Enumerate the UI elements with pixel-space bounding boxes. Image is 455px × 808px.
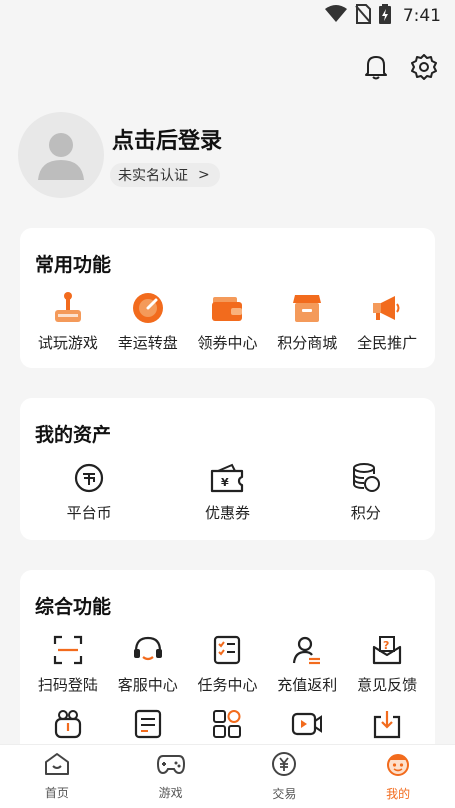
- document-button[interactable]: [108, 706, 188, 742]
- recharge-rebate-button[interactable]: 充值返利: [267, 632, 347, 695]
- svg-text:¥: ¥: [221, 476, 229, 489]
- verify-status-button[interactable]: 未实名认证 >: [110, 163, 220, 187]
- bell-icon[interactable]: [363, 52, 389, 82]
- scan-icon: [50, 632, 86, 668]
- download-icon: [369, 706, 405, 742]
- chevron-right-icon: >: [198, 167, 210, 183]
- points-mall-label: 积分商城: [277, 334, 338, 352]
- scan-login-label: 扫码登陆: [37, 676, 98, 694]
- my-assets-title: 我的资产: [35, 424, 112, 446]
- feedback-icon: ?: [369, 632, 405, 668]
- shop-icon: [289, 290, 325, 326]
- status-time: 7:41: [402, 6, 441, 26]
- apps-icon: [209, 706, 245, 742]
- try-games-label: 试玩游戏: [37, 334, 98, 352]
- profile-header: 点击后登录 未实名认证 >: [18, 112, 222, 198]
- checklist-icon: [209, 632, 245, 668]
- gift-button[interactable]: [28, 706, 108, 742]
- status-bar: 7:41: [0, 0, 455, 32]
- wifi-icon: [324, 4, 347, 28]
- lucky-wheel-button[interactable]: 幸运转盘: [108, 290, 188, 353]
- points-stack-icon: [348, 460, 384, 496]
- my-assets-card: 我的资产 平台币 ¥ 优惠券 积分: [20, 398, 435, 540]
- nav-mine[interactable]: 我的: [358, 751, 438, 802]
- lucky-wheel-icon: [130, 290, 166, 326]
- nav-games[interactable]: 游戏: [131, 752, 211, 801]
- platform-coin-button[interactable]: 平台币: [39, 460, 139, 523]
- verify-status-label: 未实名认证: [118, 168, 188, 184]
- nav-games-label: 游戏: [158, 786, 183, 800]
- general-functions-title: 综合功能: [35, 596, 112, 618]
- feedback-button[interactable]: ? 意见反馈: [347, 632, 427, 695]
- common-functions-title: 常用功能: [35, 254, 112, 276]
- nav-home[interactable]: 首页: [17, 752, 97, 801]
- points-button[interactable]: 积分: [316, 460, 416, 523]
- megaphone-icon: [369, 290, 405, 326]
- document-icon: [130, 706, 166, 742]
- download-button[interactable]: [347, 706, 427, 742]
- bottom-nav: 首页 游戏 交易 我的: [0, 744, 455, 808]
- feedback-label: 意见反馈: [357, 676, 418, 694]
- coupon-center-label: 领券中心: [197, 334, 258, 352]
- nav-mine-label: 我的: [386, 787, 411, 801]
- nav-trade-label: 交易: [272, 787, 297, 801]
- video-button[interactable]: [267, 706, 347, 742]
- lucky-wheel-label: 幸运转盘: [117, 334, 178, 352]
- gamepad-icon: [156, 752, 185, 780]
- login-prompt[interactable]: 点击后登录: [112, 123, 222, 155]
- customer-service-label: 客服中心: [117, 676, 178, 694]
- apps-button[interactable]: [188, 706, 268, 742]
- headset-icon: [130, 632, 166, 668]
- voucher-button[interactable]: ¥ 优惠券: [177, 460, 277, 523]
- platform-coin-label: 平台币: [66, 504, 112, 522]
- task-center-label: 任务中心: [197, 676, 258, 694]
- mine-face-icon: [385, 751, 411, 781]
- nav-home-label: 首页: [44, 786, 69, 800]
- recharge-rebate-label: 充值返利: [277, 676, 338, 694]
- joystick-icon: [50, 290, 86, 326]
- gift-icon: [50, 706, 86, 742]
- coupon-wallet-icon: [209, 290, 245, 326]
- no-sim-icon: [355, 3, 371, 29]
- general-functions-card: 综合功能 扫码登陆 客服中心 任务中心 充值返利 ? 意见反馈: [20, 570, 435, 770]
- battery-icon: [378, 3, 391, 29]
- points-label: 积分: [350, 504, 381, 522]
- scan-login-button[interactable]: 扫码登陆: [28, 632, 108, 695]
- avatar[interactable]: [18, 112, 104, 198]
- points-mall-button[interactable]: 积分商城: [267, 290, 347, 353]
- promotion-label: 全民推广: [357, 334, 418, 352]
- user-rebate-icon: [289, 632, 325, 668]
- yen-icon: [271, 751, 297, 781]
- try-games-button[interactable]: 试玩游戏: [28, 290, 108, 353]
- gear-icon[interactable]: [411, 52, 437, 82]
- coupon-center-button[interactable]: 领券中心: [188, 290, 268, 353]
- customer-service-button[interactable]: 客服中心: [108, 632, 188, 695]
- home-icon: [44, 752, 70, 780]
- coin-icon: [71, 460, 107, 496]
- task-center-button[interactable]: 任务中心: [188, 632, 268, 695]
- nav-trade[interactable]: 交易: [244, 751, 324, 802]
- common-functions-card: 常用功能 试玩游戏 幸运转盘 领券中心 积分商城 全民推广: [20, 228, 435, 368]
- voucher-icon: ¥: [209, 460, 245, 496]
- voucher-label: 优惠券: [204, 504, 250, 522]
- svg-text:?: ?: [383, 639, 389, 652]
- video-icon: [289, 706, 325, 742]
- promotion-button[interactable]: 全民推广: [347, 290, 427, 353]
